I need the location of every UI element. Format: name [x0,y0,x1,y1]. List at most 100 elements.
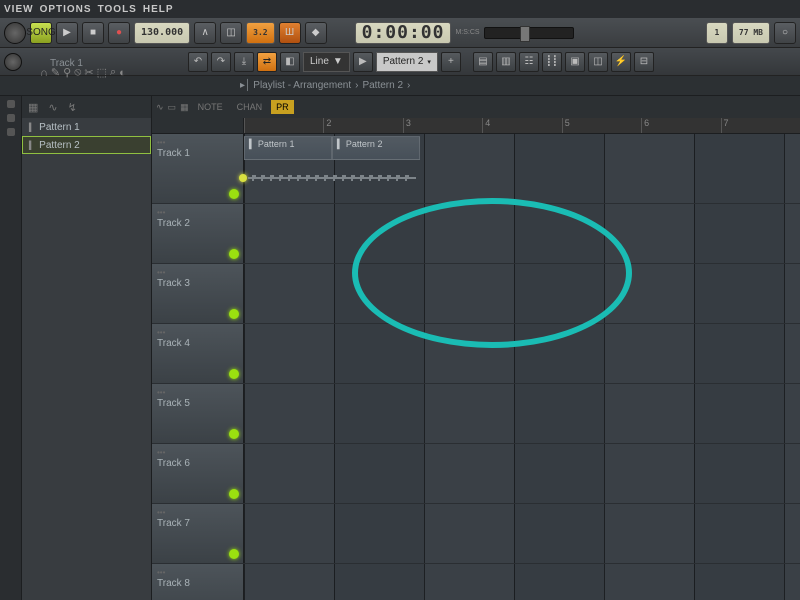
hint-knob[interactable] [4,22,26,44]
snap-toggle[interactable]: ▶ [353,52,373,72]
browser-button[interactable]: ▣ [565,52,585,72]
track-lane[interactable] [244,564,800,600]
track-label: Track 4 [157,338,190,349]
breadcrumb-pattern[interactable]: Pattern 2 [362,80,403,91]
track-lane[interactable] [244,384,800,443]
slice-icon[interactable]: ✂ [84,66,93,79]
track-header[interactable]: •••Track 7 [152,504,244,563]
snap-dropdown[interactable]: Line ▼ [303,52,350,72]
track-label: Track 1 [157,148,190,159]
settings-button[interactable]: ◫ [588,52,608,72]
chevron-right-icon: › [407,80,410,91]
track-lane[interactable]: ▍Pattern 1▍Pattern 2 [244,134,800,203]
track-header[interactable]: •••Track 2 [152,204,244,263]
pianoroll-window-button[interactable]: ▥ [496,52,516,72]
pattern-clip[interactable]: ▍Pattern 1 [244,136,332,160]
link-button[interactable]: ⇄ [257,52,277,72]
tempo-display[interactable]: 130.000 [134,22,190,44]
zoom-icon[interactable]: ⌕ [110,66,116,79]
tab-chan[interactable]: CHAN [232,100,268,114]
menu-view[interactable]: VIEW [4,4,34,15]
play-button[interactable]: ▶ [56,22,78,44]
track-label: Track 3 [157,278,190,289]
select-icon[interactable]: ⬚ [97,66,107,79]
track-header[interactable]: •••Track 6 [152,444,244,503]
browser-collapsed-rail[interactable] [0,96,22,600]
tab-pr[interactable]: PR [271,100,294,114]
mixer-window-button[interactable]: ┋┋ [542,52,562,72]
track-mute-button[interactable] [229,309,239,319]
track-header[interactable]: •••Track 8 [152,564,244,600]
tracks-area[interactable]: •••Track 1▍Pattern 1▍Pattern 2•••Track 2… [152,134,800,600]
playback-icon[interactable]: ▸│ [240,80,251,91]
master-volume-knob[interactable]: ○ [774,22,796,44]
close-panels-button[interactable]: ⊟ [634,52,654,72]
tab-note[interactable]: NOTE [193,100,228,114]
track-header[interactable]: •••Track 3 [152,264,244,323]
track-knob[interactable] [4,53,22,71]
track-header[interactable]: •••Track 1 [152,134,244,203]
track-mute-button[interactable] [229,369,239,379]
menu-tools[interactable]: TOOLS [98,4,137,15]
countdown-button[interactable]: ◫ [220,22,242,44]
menu-help[interactable]: HELP [143,4,174,15]
rail-item[interactable] [7,114,15,122]
timecode-units: M:S:CS [455,29,479,36]
magnet-icon[interactable]: ∩ [40,67,48,79]
grid-icon[interactable]: ▦ [28,101,38,114]
playlist-track: •••Track 4 [152,324,800,384]
step-icon[interactable]: ▭ [168,102,177,113]
timeline-ruler[interactable]: 2 3 4 5 6 7 [152,118,800,134]
track-lane[interactable] [244,264,800,323]
automation-clip[interactable] [244,166,420,196]
undo-button[interactable]: ↶ [188,52,208,72]
snap-label: Line [310,56,329,67]
track-lane[interactable] [244,324,800,383]
pan-icon[interactable]: ◐ [119,67,126,79]
master-pitch-button[interactable]: ◆ [305,22,327,44]
save-button[interactable]: ⤓ [234,52,254,72]
automation-node[interactable] [239,174,247,182]
transport-bar: SONG ▶ ■ ● 130.000 ∧ ◫ 3.2 Ш ◆ 0:00:00 M… [0,18,800,48]
plugin-button[interactable]: ⚡ [611,52,631,72]
ruler-bar: 7 [721,118,800,133]
channel-rack-button[interactable]: ☷ [519,52,539,72]
metronome-button[interactable]: ∧ [194,22,216,44]
song-mode-button[interactable]: SONG [30,22,52,44]
cpu-meter: 1 [706,22,728,44]
track-mute-button[interactable] [229,489,239,499]
chevron-down-icon: ▼ [333,56,343,67]
beat-display[interactable]: 3.2 [246,22,274,44]
pattern-selector[interactable]: Pattern 2 ▾ [376,52,438,72]
playlist-window-button[interactable]: ▤ [473,52,493,72]
picker-pattern-item[interactable]: ▍Pattern 2 [22,136,151,154]
track-mute-button[interactable] [229,429,239,439]
picker-pattern-item[interactable]: ▍Pattern 1 [22,118,151,136]
track-lane[interactable] [244,204,800,263]
track-label: Track 5 [157,398,190,409]
track-hint-label: Track 1 [50,58,83,69]
redo-button[interactable]: ↷ [211,52,231,72]
add-button[interactable]: + [441,52,461,72]
automation-icon[interactable]: ↯ [68,101,77,114]
rail-item[interactable] [7,128,15,136]
track-lane[interactable] [244,504,800,563]
stop-button[interactable]: ■ [82,22,104,44]
wave-icon[interactable]: ∿ [156,102,164,113]
track-mute-button[interactable] [229,189,239,199]
song-position-slider[interactable] [484,27,574,39]
rail-item[interactable] [7,100,15,108]
audio-icon[interactable]: ∿ [48,101,57,114]
track-header[interactable]: •••Track 5 [152,384,244,443]
midi-button[interactable]: ◧ [280,52,300,72]
menu-options[interactable]: OPTIONS [40,4,92,15]
track-mute-button[interactable] [229,249,239,259]
record-button[interactable]: ● [108,22,130,44]
step-edit-button[interactable]: Ш [279,22,301,44]
track-lane[interactable] [244,444,800,503]
track-header[interactable]: •••Track 4 [152,324,244,383]
track-mute-button[interactable] [229,549,239,559]
pattern-clip[interactable]: ▍Pattern 2 [332,136,420,160]
pr-icon[interactable]: ▦ [180,102,189,113]
timecode-display[interactable]: 0:00:00 [355,22,452,44]
